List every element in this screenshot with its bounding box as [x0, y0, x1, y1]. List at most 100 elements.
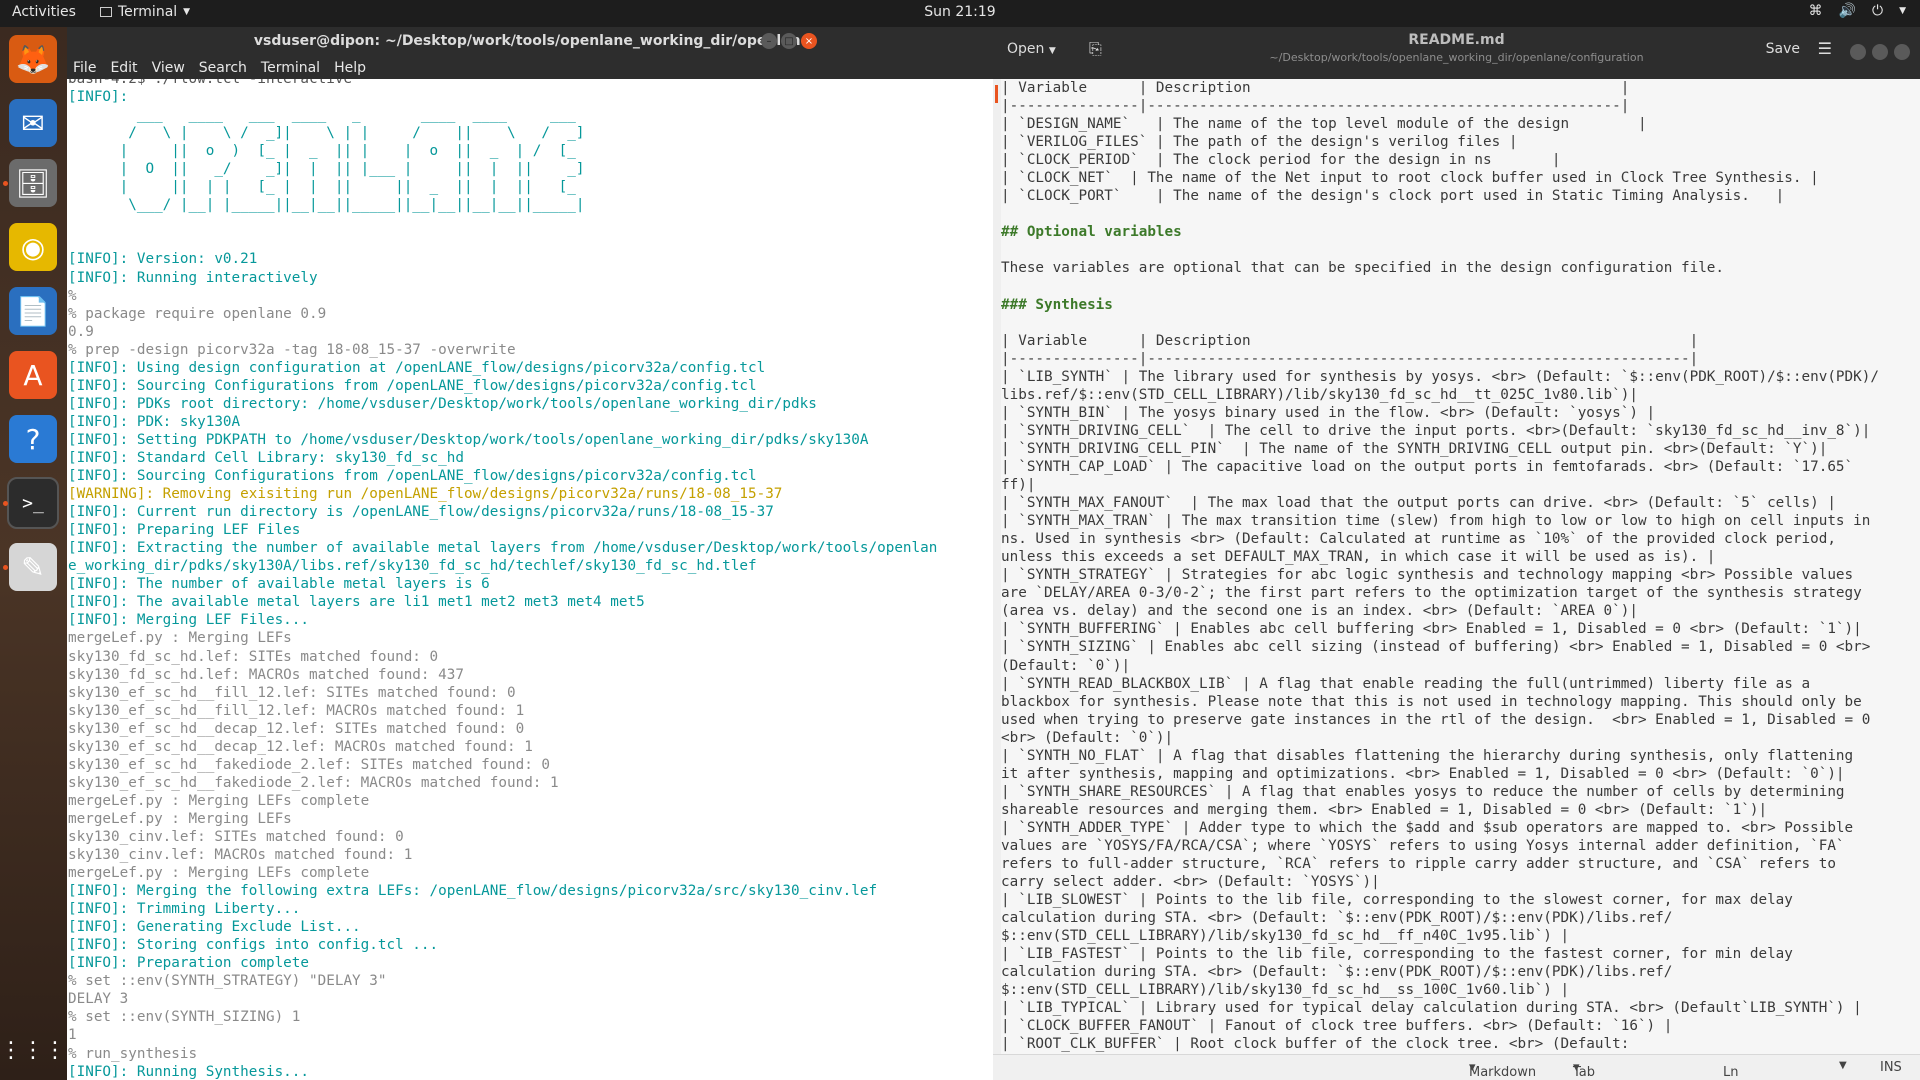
thunderbird-icon[interactable]: ✉: [9, 99, 57, 147]
editor-line: | `LIB_SLOWEST` | Points to the lib file…: [1001, 892, 1793, 909]
text-editor-icon[interactable]: ✎: [9, 543, 57, 591]
editor-line: | `CLOCK_PERIOD` | The clock period for …: [1001, 152, 1561, 169]
show-applications-icon[interactable]: ⋮⋮⋮: [0, 1027, 66, 1075]
terminal-line: sky130_ef_sc_hd__decap_12.lef: SITEs mat…: [68, 720, 525, 737]
hamburger-menu-icon[interactable]: ☰: [1818, 39, 1832, 58]
editor-line: | `LIB_SYNTH` | The library used for syn…: [1001, 368, 1879, 385]
terminal-line: [INFO]: Using design configuration at /o…: [68, 359, 766, 376]
editor-line: | Variable | Description |: [1001, 80, 1630, 96]
terminal-line: 1: [68, 1027, 77, 1044]
editor-line: (Default: `0`)|: [1001, 657, 1131, 674]
files-icon[interactable]: 🗄: [9, 159, 57, 207]
language-selector[interactable]: Markdown ▾: [1469, 1060, 1536, 1080]
terminal-line: [INFO]: Current run directory is /openLA…: [68, 504, 774, 521]
save-button[interactable]: Save: [1766, 41, 1800, 57]
editor-text-area[interactable]: | Variable | Description | |-------------…: [1001, 79, 1920, 1054]
editor-line: | `SYNTH_SIZING` | Enables abc cell sizi…: [1001, 639, 1871, 656]
terminal-line: [INFO]: Preparation complete: [68, 955, 310, 972]
terminal-line: [INFO]: Merging LEF Files...: [68, 612, 310, 629]
terminal-line: [INFO]: Running interactively: [68, 269, 318, 286]
help-icon[interactable]: ?: [9, 415, 57, 463]
running-indicator: [3, 181, 8, 186]
editor-line: (area vs. delay) and the second one is a…: [1001, 603, 1638, 620]
activities-button[interactable]: Activities: [12, 4, 76, 20]
pane-divider[interactable]: [993, 79, 1001, 1080]
app-menu-label: Terminal: [118, 4, 178, 20]
rhythmbox-icon[interactable]: ◉: [9, 223, 57, 271]
chevron-down-icon[interactable]: ▼: [1839, 1060, 1847, 1071]
terminal-line: [INFO]: Setting PDKPATH to /home/vsduser…: [68, 431, 869, 448]
terminal-line: % set ::env(SYNTH_SIZING) 1: [68, 1009, 301, 1026]
terminal-line: sky130_ef_sc_hd__fakediode_2.lef: SITEs …: [68, 756, 551, 773]
chevron-down-icon[interactable]: ▼: [1899, 3, 1906, 19]
editor-line: values are `YOSYS/FA/RCA/CSA`; where `YO…: [1001, 837, 1845, 854]
minimize-button[interactable]: [1850, 44, 1866, 60]
terminal-line: sky130_ef_sc_hd__decap_12.lef: MACROs ma…: [68, 738, 533, 755]
terminal-line: [INFO]: Generating Exclude List...: [68, 919, 361, 936]
editor-line: | `VERILOG_FILES` | The path of the desi…: [1001, 134, 1518, 151]
libreoffice-writer-icon[interactable]: 📄: [9, 287, 57, 335]
menu-edit[interactable]: Edit: [110, 60, 137, 76]
terminal-line: % set ::env(SYNTH_STRATEGY) "DELAY 3": [68, 973, 387, 990]
clock[interactable]: Sun 21:19: [924, 4, 995, 20]
terminal-line: sky130_fd_sc_hd.lef: MACROs matched foun…: [68, 666, 464, 683]
tab-width-selector[interactable]: Tab Width: 8 ▾: [1573, 1060, 1595, 1080]
dock: 🦊 ✉ 🗄 ◉ 📄 A? >_ ✎ ⋮⋮⋮: [0, 27, 67, 1080]
minimize-button[interactable]: –: [761, 33, 777, 49]
terminal-line: sky130_cinv.lef: SITEs matched found: 0: [68, 828, 404, 845]
menu-file[interactable]: File: [73, 60, 96, 76]
editor-line: | `DESIGN_NAME` | The name of the top le…: [1001, 116, 1647, 133]
editor-line: | `LIB_TYPICAL` | Library used for typic…: [1001, 1000, 1862, 1017]
menu-help[interactable]: Help: [334, 60, 366, 76]
running-indicator: [3, 501, 8, 506]
terminal-line: DELAY 3: [68, 991, 129, 1008]
firefox-icon[interactable]: 🦊: [9, 35, 57, 83]
editor-line: | `CLOCK_NET` | The name of the Net inpu…: [1001, 170, 1819, 187]
terminal-output[interactable]: bash-4.2$ ./flow.tcl -interactive [INFO]:…: [67, 79, 997, 1080]
terminal-line: \___/ |__| |_____||__|__||_____||__|__||…: [68, 197, 585, 214]
terminal-line: [INFO]: Preparing LEF Files: [68, 522, 301, 539]
terminal-line: [INFO]: The available metal layers are l…: [68, 594, 645, 611]
terminal-line: [INFO]: The number of available metal la…: [68, 576, 490, 593]
editor-line: | `SYNTH_MAX_TRAN` | The max transition …: [1001, 513, 1871, 530]
editor-line: | `SYNTH_BUFFERING` | Enables abc cell b…: [1001, 621, 1862, 638]
menu-search[interactable]: Search: [199, 60, 247, 76]
editor-line: used when trying to preserve gate instan…: [1001, 711, 1871, 728]
terminal-line: mergeLef.py : Merging LEFs: [68, 810, 292, 827]
power-icon[interactable]: ⏻: [1872, 3, 1883, 19]
terminal-line: [INFO]: Trimming Liberty...: [68, 901, 301, 918]
editor-line: it after synthesis, mapping and optimiza…: [1001, 765, 1845, 782]
terminal-titlebar[interactable]: vsduser@dipon: ~/Desktop/work/tools/open…: [67, 27, 997, 56]
editor-line: calculation during STA. <br> (Default: `…: [1001, 964, 1673, 981]
app-menu[interactable]: Terminal ▼: [100, 4, 190, 20]
terminal-line: [INFO]:: [68, 89, 129, 106]
close-button[interactable]: ×: [801, 33, 817, 49]
close-button[interactable]: [1894, 44, 1910, 60]
editor-headerbar[interactable]: Open ▼ ⎘ README.md ~/Desktop/work/tools/…: [993, 27, 1920, 79]
maximize-button[interactable]: □: [781, 33, 797, 49]
chevron-down-icon: ▼: [183, 7, 191, 17]
scroll-marker: [995, 85, 998, 103]
terminal-icon[interactable]: >_: [7, 477, 59, 529]
terminal-line: mergeLef.py : Merging LEFs complete: [68, 792, 370, 809]
terminal-line: sky130_ef_sc_hd__fill_12.lef: MACROs mat…: [68, 702, 525, 719]
terminal-line: % package require openlane 0.9: [68, 305, 327, 322]
menu-terminal[interactable]: Terminal: [261, 60, 320, 76]
network-icon[interactable]: ⌘: [1809, 3, 1823, 19]
system-tray[interactable]: ⌘ 🔊 ⏻ ▼: [1809, 3, 1906, 19]
terminal-line: %: [68, 287, 77, 304]
terminal-line: [INFO]: Merging the following extra LEFs…: [68, 883, 878, 900]
editor-line: ns. Used in synthesis <br> (Default: Cal…: [1001, 531, 1836, 548]
editor-line: ### Synthesis: [1001, 296, 1113, 313]
terminal-line: [INFO]: PDKs root directory: /home/vsdus…: [68, 395, 817, 412]
editor-line: | `ROOT_CLK_BUFFER` | Root clock buffer …: [1001, 1036, 1630, 1053]
software-center-icon[interactable]: A: [9, 351, 57, 399]
maximize-button[interactable]: [1872, 44, 1888, 60]
menu-view[interactable]: View: [152, 60, 185, 76]
volume-icon[interactable]: 🔊: [1839, 3, 1856, 19]
